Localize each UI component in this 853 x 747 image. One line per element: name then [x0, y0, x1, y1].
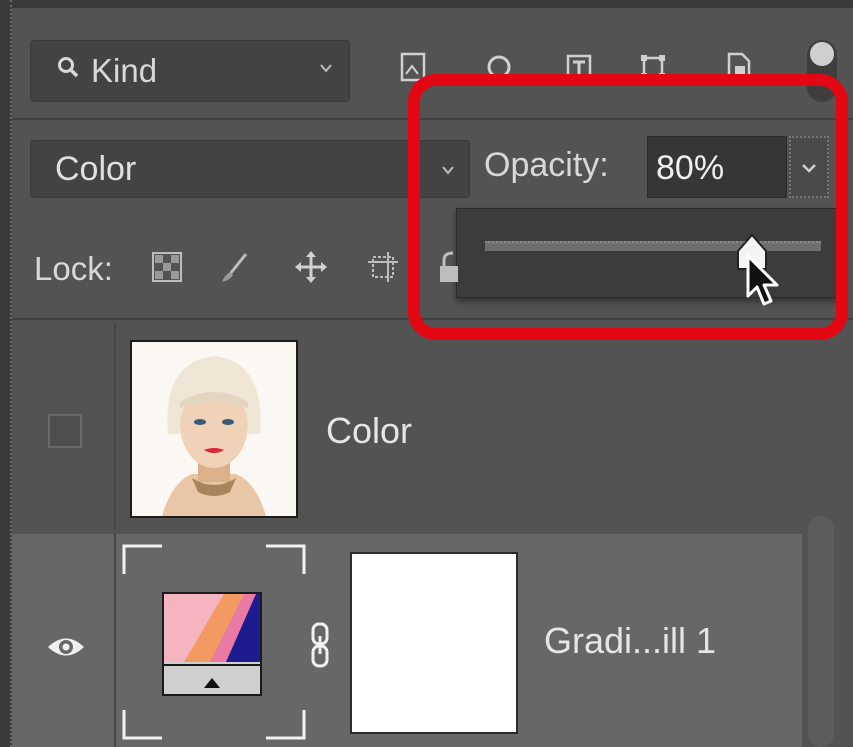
- chevron-down-icon: [442, 166, 454, 175]
- filter-kind-dropdown[interactable]: Kind: [30, 40, 350, 102]
- visibility-column: [12, 322, 116, 530]
- search-icon: [58, 57, 79, 78]
- opacity-input[interactable]: 80%: [647, 136, 787, 198]
- lock-position-icon[interactable]: [294, 250, 328, 284]
- layers-panel: Kind Color Opacity: 80% Lock: Color Grad…: [0, 0, 853, 747]
- opacity-dropdown-button[interactable]: [789, 136, 829, 198]
- shape-filter-icon[interactable]: [640, 52, 666, 82]
- chevron-down-icon: [320, 64, 332, 73]
- adjustment-filter-icon[interactable]: [486, 52, 512, 82]
- lock-all-icon[interactable]: [436, 250, 470, 284]
- panel-left-edge: [0, 0, 12, 747]
- layers-list: Color Gradi...ill 1: [12, 322, 853, 747]
- divider: [12, 118, 853, 120]
- link-chain-icon[interactable]: [310, 622, 330, 668]
- toggle-knob: [810, 42, 834, 66]
- layer-thumbnail-portrait[interactable]: [130, 340, 298, 518]
- opacity-label: Opacity:: [484, 146, 609, 184]
- filter-kind-label: Kind: [91, 52, 158, 89]
- filter-toggle-switch[interactable]: [807, 40, 837, 102]
- visibility-column: [12, 534, 116, 747]
- pixel-filter-icon[interactable]: [400, 52, 426, 82]
- lock-image-pixels-icon[interactable]: [218, 250, 252, 284]
- type-filter-icon[interactable]: [566, 52, 592, 82]
- gradient-stop-icon: [204, 678, 220, 688]
- layer-row-gradient-fill[interactable]: Gradi...ill 1: [12, 534, 802, 747]
- chevron-down-icon: [802, 164, 816, 173]
- portrait-photo-icon: [132, 342, 296, 516]
- gradient-swatch-icon: [164, 594, 260, 662]
- divider: [12, 318, 853, 320]
- scrollbar[interactable]: [808, 516, 834, 747]
- lock-artboard-icon[interactable]: [366, 250, 400, 284]
- eye-icon[interactable]: [46, 634, 86, 660]
- opacity-value: 80%: [656, 149, 725, 187]
- blend-mode-dropdown[interactable]: Color: [30, 140, 470, 198]
- visibility-toggle-off[interactable]: [48, 414, 82, 448]
- filter-icon-bar: [400, 52, 820, 92]
- panel-top-edge: [0, 0, 853, 8]
- gradient-fill-thumbnail[interactable]: [162, 592, 262, 696]
- layer-name[interactable]: Gradi...ill 1: [544, 620, 716, 662]
- lock-transparent-pixels-icon[interactable]: [150, 250, 184, 284]
- opacity-slider-track[interactable]: [485, 241, 821, 251]
- smart-object-filter-icon[interactable]: [726, 52, 752, 82]
- layer-row-color[interactable]: Color: [12, 322, 802, 530]
- layer-name[interactable]: Color: [326, 410, 412, 452]
- blend-mode-value: Color: [55, 150, 137, 188]
- layer-mask-thumbnail[interactable]: [350, 552, 518, 734]
- lock-label: Lock:: [34, 250, 113, 287]
- mouse-pointer-icon: [746, 254, 779, 306]
